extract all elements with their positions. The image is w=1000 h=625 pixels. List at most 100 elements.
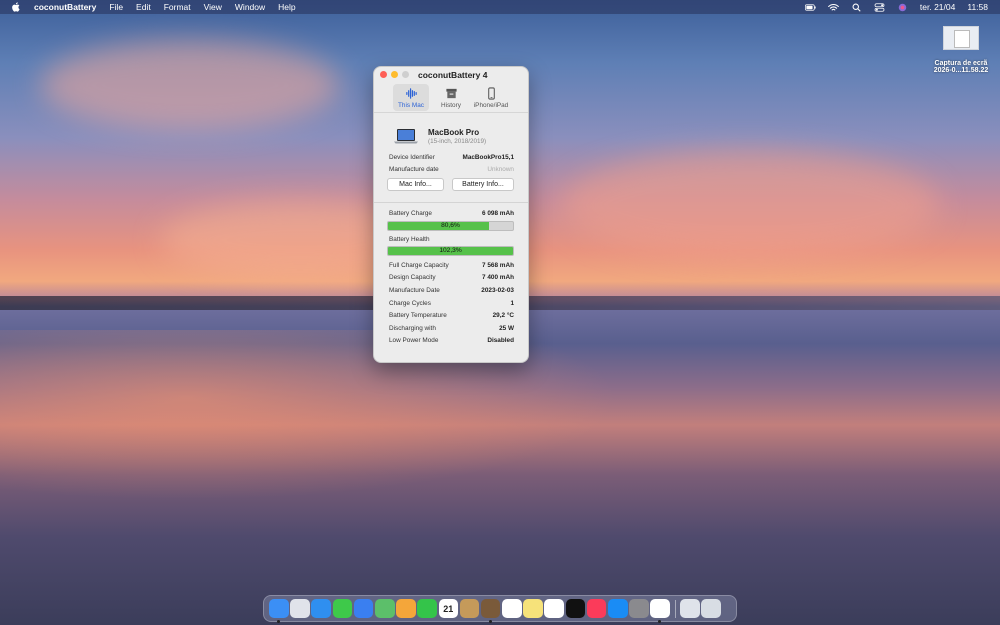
menu-file[interactable]: File xyxy=(109,2,123,12)
system-settings-icon[interactable] xyxy=(629,598,649,619)
safari-icon[interactable] xyxy=(311,598,331,619)
tab-this-mac[interactable]: This Mac xyxy=(393,84,429,111)
stat-label: Battery Temperature xyxy=(389,312,447,320)
control-center-icon[interactable] xyxy=(874,2,885,12)
device-identifier-label: Device Identifier xyxy=(389,154,435,162)
tab-history[interactable]: History xyxy=(433,84,469,111)
stat-label: Charge Cycles xyxy=(389,299,431,307)
trash-icon[interactable] xyxy=(701,598,721,619)
stat-label: Manufacture Date xyxy=(389,286,440,294)
menu-format[interactable]: Format xyxy=(164,2,191,12)
battery-status-icon[interactable] xyxy=(804,3,816,12)
menu-clock[interactable]: 11:58 xyxy=(967,2,988,12)
tab-history-label: History xyxy=(441,102,461,109)
maps-icon[interactable] xyxy=(374,598,395,619)
close-window-button[interactable] xyxy=(380,71,387,78)
stat-value: 1 xyxy=(510,299,514,307)
tab-iphone-ipad[interactable]: iPhone/iPad xyxy=(473,84,509,111)
contacts-icon[interactable] xyxy=(459,598,480,619)
zoom-window-button[interactable] xyxy=(402,71,409,78)
archive-icon xyxy=(445,88,457,99)
battery-charge-bar: 80,6% xyxy=(387,220,514,231)
appletv-icon[interactable] xyxy=(565,598,586,619)
messages-icon[interactable] xyxy=(332,598,353,619)
apple-logo-icon[interactable] xyxy=(10,1,22,13)
finder-icon[interactable] xyxy=(269,598,289,623)
screenshot-thumbnail-icon xyxy=(943,26,979,50)
coconutbattery-icon[interactable] xyxy=(480,598,501,623)
menu-bar: coconutBattery File Edit Format View Win… xyxy=(0,0,1000,14)
device-model: (15-inch, 2018/2019) xyxy=(428,137,487,145)
siri-icon[interactable] xyxy=(897,3,908,12)
battery-info-button[interactable]: Battery Info... xyxy=(452,178,514,191)
manufacture-date-value: Unknown xyxy=(487,165,514,173)
photos-icon[interactable] xyxy=(396,598,416,619)
stat-value: 7 568 mAh xyxy=(482,261,514,269)
stat-label: Low Power Mode xyxy=(389,337,439,345)
notes-icon[interactable] xyxy=(523,598,543,619)
window-titlebar[interactable]: coconutBattery 4 xyxy=(374,67,528,83)
stat-row: Battery Temperature 29,2 °C xyxy=(374,309,528,322)
music-icon[interactable] xyxy=(586,598,607,619)
menu-edit[interactable]: Edit xyxy=(136,2,151,12)
stat-value: Disabled xyxy=(487,337,514,345)
stat-row: Charge Cycles 1 xyxy=(374,297,528,310)
mac-info-button[interactable]: Mac Info... xyxy=(387,178,444,191)
reminders-icon[interactable] xyxy=(502,598,522,619)
tab-iphone-ipad-label: iPhone/iPad xyxy=(473,102,509,109)
launchpad-icon[interactable] xyxy=(290,598,310,619)
wifi-icon[interactable] xyxy=(828,3,839,12)
macbook-icon xyxy=(394,129,418,144)
stat-value: 2023-02-03 xyxy=(481,286,514,294)
chrome-icon[interactable] xyxy=(650,598,670,623)
menu-view[interactable]: View xyxy=(204,2,222,12)
stat-label: Full Charge Capacity xyxy=(389,261,449,269)
phone-icon xyxy=(487,87,495,100)
battery-charge-row: Battery Charge 6 098 mAh xyxy=(374,208,528,220)
waveform-icon xyxy=(405,88,417,99)
desktop-screenshot-file[interactable]: Captura de ecrã 2026-0...11.58.22 xyxy=(926,26,996,74)
dock-separator xyxy=(674,599,676,618)
stat-label: Discharging with xyxy=(389,324,436,332)
menu-app-name[interactable]: coconutBattery xyxy=(34,2,96,12)
dock: 21 xyxy=(263,595,737,623)
wallpaper-cloud xyxy=(40,40,340,130)
battery-stats-list: Full Charge Capacity 7 568 mAh Design Cap… xyxy=(374,259,528,347)
stat-row: Full Charge Capacity 7 568 mAh xyxy=(374,259,528,272)
battery-health-bar: 102,3% xyxy=(387,246,514,256)
stat-row: Manufacture Date 2023-02-03 xyxy=(374,284,528,297)
stat-row: Discharging with 25 W xyxy=(374,322,528,335)
stat-value: 7 400 mAh xyxy=(482,274,514,282)
stat-row: Design Capacity 7 400 mAh xyxy=(374,272,528,285)
device-name: MacBook Pro xyxy=(428,127,480,137)
menu-extras: ter. 21/04 11:58 xyxy=(804,2,1000,12)
section-divider xyxy=(374,202,528,203)
tab-this-mac-label: This Mac xyxy=(398,102,424,109)
desktop-file-name-line1: Captura de ecrã xyxy=(934,60,988,67)
battery-charge-label: Battery Charge xyxy=(389,210,432,218)
device-identifier-row: Device Identifier MacBookPro15,1 xyxy=(374,152,528,164)
minimize-window-button[interactable] xyxy=(391,71,398,78)
stat-row: Low Power Mode Disabled xyxy=(374,335,528,348)
facetime-icon[interactable] xyxy=(417,598,437,619)
info-buttons: Mac Info... Battery Info... xyxy=(374,175,528,191)
device-identifier-value: MacBookPro15,1 xyxy=(462,154,515,162)
battery-charge-value: 6 098 mAh xyxy=(482,210,514,218)
menu-date[interactable]: ter. 21/04 xyxy=(920,2,955,12)
stat-label: Design Capacity xyxy=(389,274,436,282)
stat-value: 29,2 °C xyxy=(492,312,514,320)
appstore-icon[interactable] xyxy=(608,598,628,619)
menu-window[interactable]: Window xyxy=(235,2,265,12)
wallpaper-cloud xyxy=(560,150,940,260)
screenshot-folder-icon[interactable] xyxy=(680,598,700,619)
coconutbattery-window: coconutBattery 4 This Mac History iPhone… xyxy=(373,66,529,363)
device-header: MacBook Pro (15-inch, 2018/2019) xyxy=(374,113,528,149)
freeform-icon[interactable] xyxy=(544,598,565,619)
battery-health-percent: 102,3% xyxy=(439,247,462,254)
manufacture-date-row: Manufacture date Unknown xyxy=(374,164,528,176)
calendar-icon[interactable]: 21 xyxy=(438,598,459,619)
mail-icon[interactable] xyxy=(353,598,374,619)
spotlight-search-icon[interactable] xyxy=(851,3,862,12)
menu-help[interactable]: Help xyxy=(278,2,295,12)
toolbar-tabs: This Mac History iPhone/iPad xyxy=(374,83,528,113)
